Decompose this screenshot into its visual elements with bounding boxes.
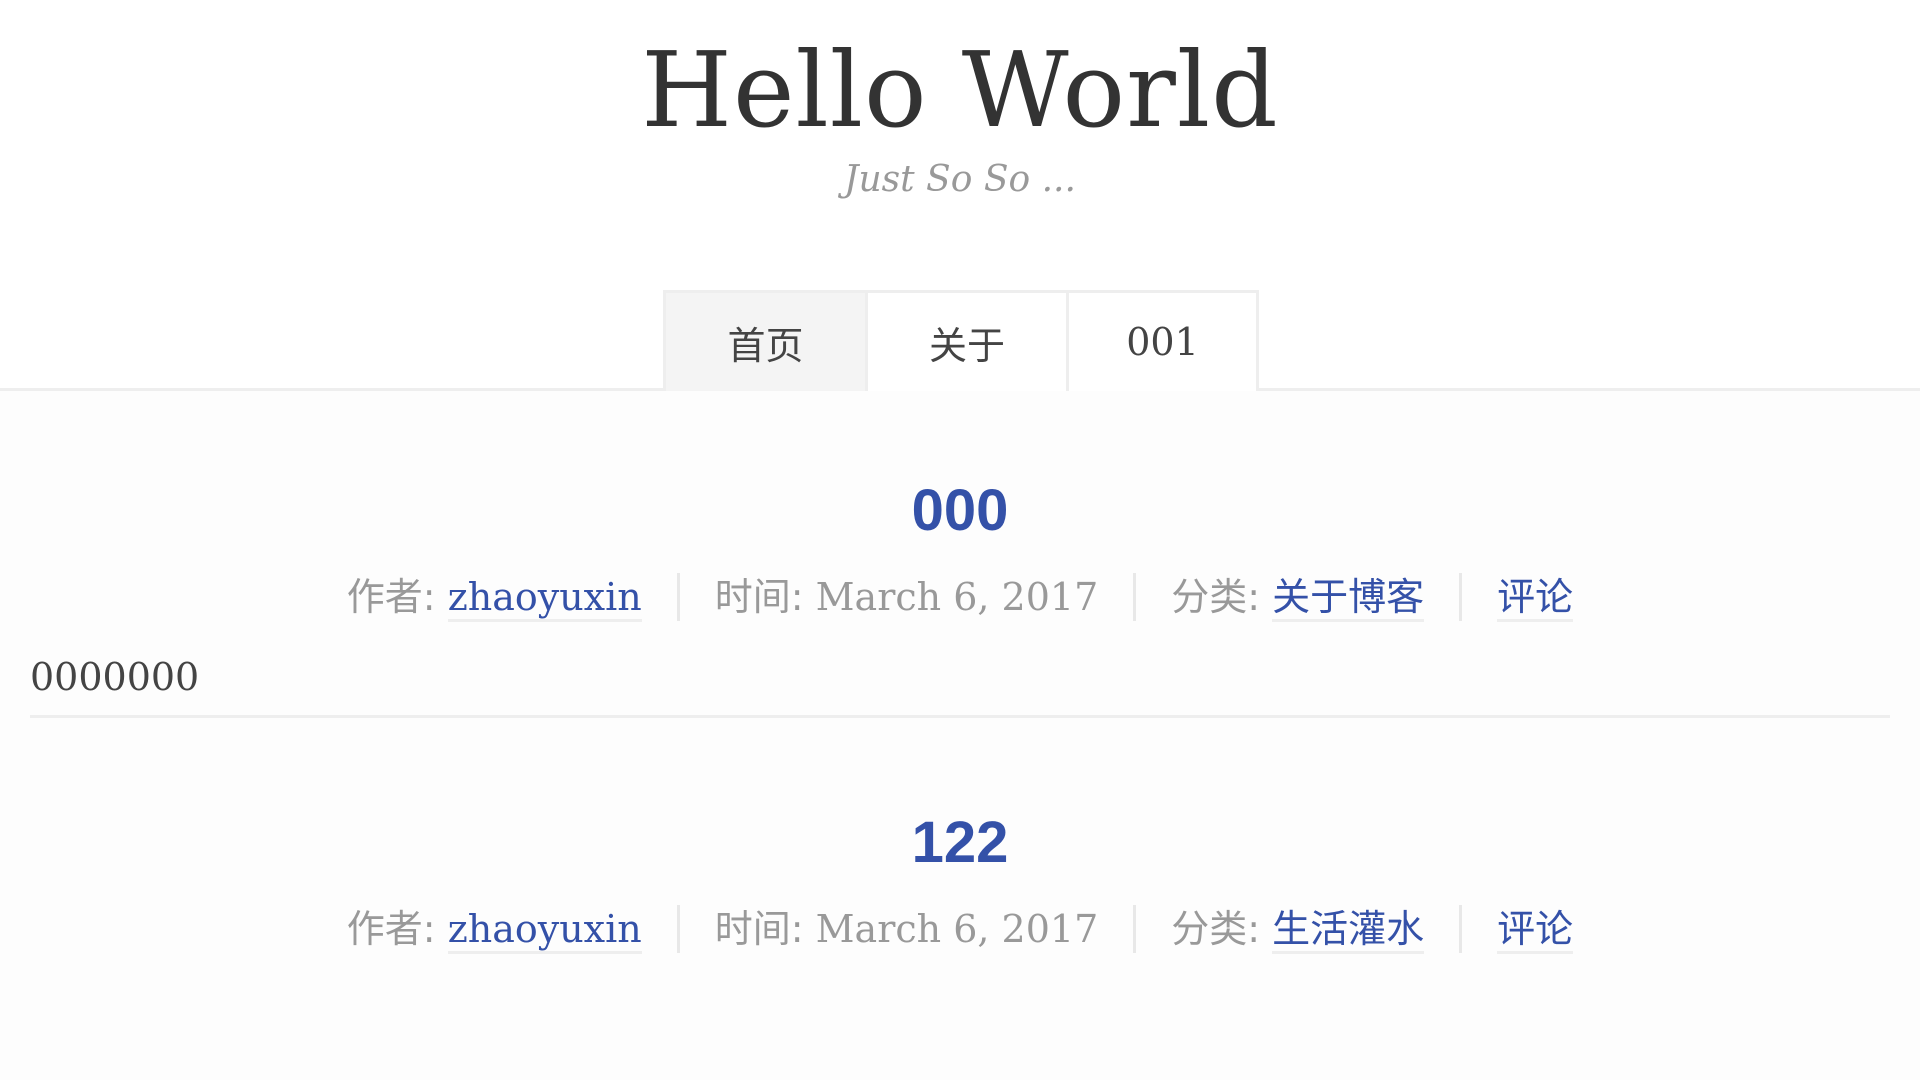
- meta-category: 分类: 关于博客: [1133, 572, 1459, 622]
- post-meta: 作者: zhaoyuxin 时间: March 6, 2017 分类: 生活灌水 评论: [30, 901, 1890, 954]
- meta-author: 作者: zhaoyuxin: [312, 905, 677, 954]
- post-title-link[interactable]: 122: [912, 810, 1009, 875]
- post-title: 122: [30, 813, 1890, 873]
- post-excerpt: 0000000: [30, 654, 200, 699]
- post-date: March 6, 2017: [815, 574, 1099, 619]
- time-label: 时间:: [714, 906, 804, 951]
- author-label: 作者:: [346, 906, 436, 951]
- category-label: 分类:: [1171, 906, 1261, 951]
- post-item: 122 作者: zhaoyuxin 时间: March 6, 2017 分类: 生活…: [30, 718, 1890, 1045]
- author-label: 作者:: [346, 574, 436, 619]
- time-label: 时间:: [714, 574, 804, 619]
- comments-link[interactable]: 评论: [1497, 574, 1574, 622]
- nav-item-about[interactable]: 关于: [868, 293, 1069, 391]
- nav-item-001[interactable]: 001: [1069, 293, 1256, 391]
- author-link[interactable]: zhaoyuxin: [447, 574, 642, 622]
- post-meta: 作者: zhaoyuxin 时间: March 6, 2017 分类: 关于博客 评论: [30, 569, 1890, 622]
- post-item: 000 作者: zhaoyuxin 时间: March 6, 2017 分类: 关于…: [30, 391, 1890, 718]
- category-link[interactable]: 生活灌水: [1272, 906, 1425, 954]
- comments-link[interactable]: 评论: [1497, 906, 1574, 954]
- meta-time: 时间: March 6, 2017: [676, 572, 1134, 621]
- post-title: 000: [30, 481, 1890, 541]
- meta-author: 作者: zhaoyuxin: [312, 573, 677, 622]
- post-date: March 6, 2017: [815, 906, 1099, 951]
- author-link[interactable]: zhaoyuxin: [447, 906, 642, 954]
- site-header: Hello World Just So So ... 首页 关于 001: [0, 0, 1920, 391]
- category-link[interactable]: 关于博客: [1272, 574, 1425, 622]
- main-nav: 首页 关于 001: [663, 290, 1259, 391]
- meta-comments: 评论: [1459, 572, 1608, 622]
- post-title-link[interactable]: 000: [912, 478, 1009, 543]
- site-subtitle: Just So So ...: [844, 159, 1076, 200]
- nav-item-home[interactable]: 首页: [666, 293, 868, 391]
- category-label: 分类:: [1171, 574, 1261, 619]
- meta-comments: 评论: [1459, 904, 1608, 954]
- post-list: 000 作者: zhaoyuxin 时间: March 6, 2017 分类: 关于…: [0, 391, 1920, 1045]
- meta-time: 时间: March 6, 2017: [676, 904, 1134, 953]
- site-title[interactable]: Hello World: [0, 0, 1920, 150]
- meta-category: 分类: 生活灌水: [1133, 904, 1459, 954]
